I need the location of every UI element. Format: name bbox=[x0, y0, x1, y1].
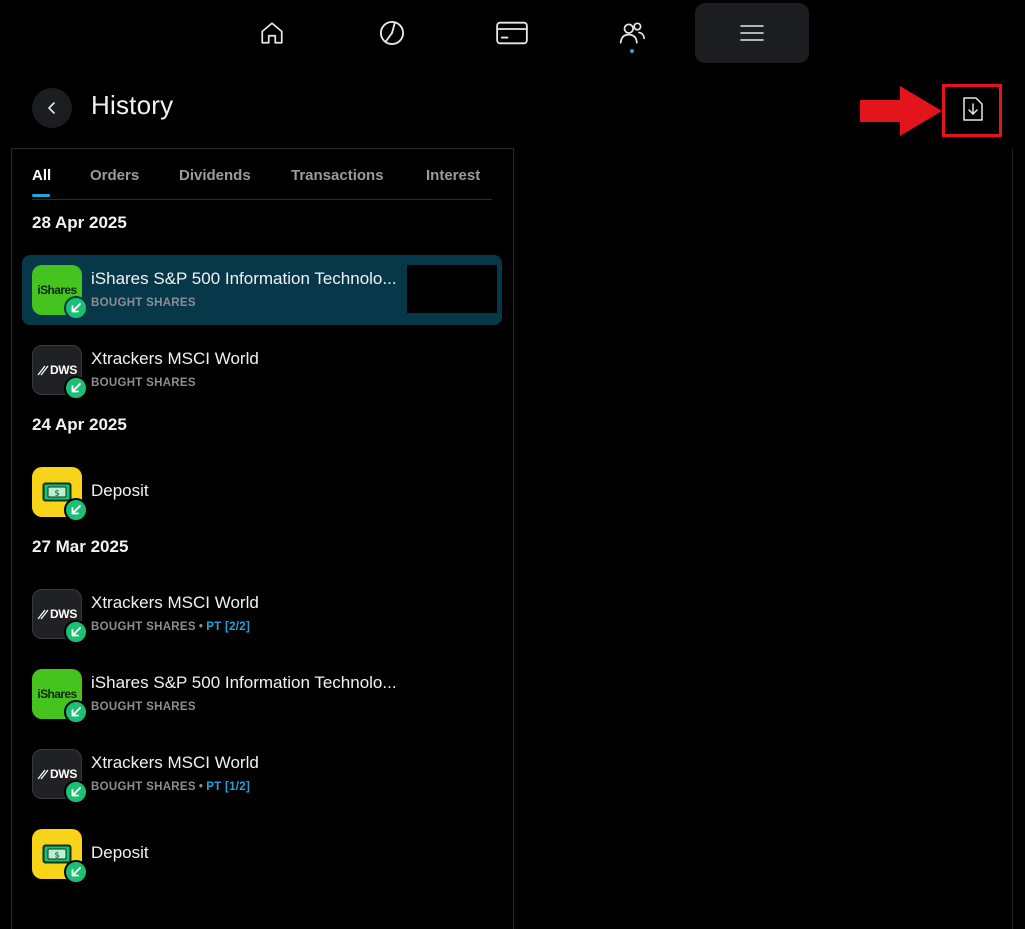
item-type: BOUGHT SHARES bbox=[91, 781, 196, 793]
card-icon bbox=[496, 21, 528, 45]
arrow-down-left-icon bbox=[71, 707, 81, 717]
item-subtitle: BOUGHT SHARES bbox=[91, 297, 196, 309]
notification-dot bbox=[630, 49, 634, 53]
item-subtitle: BOUGHT SHARES bbox=[91, 701, 196, 713]
filter-tabs: All Orders Dividends Transactions Intere… bbox=[32, 149, 492, 200]
arrow-down-left-icon bbox=[71, 303, 81, 313]
arrow-down-left-icon bbox=[71, 627, 81, 637]
history-item[interactable]: iShares iShares S&P 500 Information Techn… bbox=[22, 255, 502, 325]
page-title: History bbox=[91, 90, 174, 120]
redacted-amount bbox=[407, 265, 497, 313]
incoming-badge bbox=[64, 860, 88, 884]
tab-transactions[interactable]: Transactions bbox=[291, 167, 384, 184]
history-item[interactable]: DWS Xtrackers MSCI World BOUGHT SHARES • PT … bbox=[22, 739, 502, 809]
top-navigation bbox=[0, 0, 1025, 70]
partial-tag: PT [2/2] bbox=[206, 621, 251, 633]
item-title: iShares S&P 500 Information Technolo... bbox=[91, 673, 397, 692]
svg-text:$: $ bbox=[54, 851, 59, 860]
item-title: Deposit bbox=[91, 843, 149, 862]
item-subtitle: BOUGHT SHARES bbox=[91, 377, 196, 389]
svg-text:$: $ bbox=[54, 489, 59, 498]
item-type: BOUGHT SHARES bbox=[91, 701, 196, 713]
dws-slash-icon bbox=[37, 769, 49, 780]
item-title: iShares S&P 500 Information Technolo... bbox=[91, 269, 397, 288]
incoming-badge bbox=[64, 620, 88, 644]
people-icon bbox=[619, 22, 646, 44]
history-item[interactable]: $ Deposit bbox=[22, 819, 502, 889]
incoming-badge bbox=[64, 780, 88, 804]
nav-menu-button[interactable] bbox=[695, 3, 809, 63]
active-tab-indicator bbox=[32, 194, 50, 197]
nav-portfolio-button[interactable] bbox=[335, 3, 449, 63]
annotation-arrow bbox=[860, 86, 942, 136]
date-heading: 27 Mar 2025 bbox=[32, 537, 129, 556]
tab-interest[interactable]: Interest bbox=[426, 167, 480, 184]
partial-tag: PT [1/2] bbox=[206, 781, 251, 793]
back-button[interactable] bbox=[32, 88, 72, 128]
home-icon bbox=[261, 22, 283, 44]
ishares-logo-text: iShares bbox=[37, 283, 77, 297]
item-title: Xtrackers MSCI World bbox=[91, 593, 259, 612]
item-title: Deposit bbox=[91, 481, 149, 500]
tab-dividends[interactable]: Dividends bbox=[179, 167, 251, 184]
incoming-badge bbox=[64, 498, 88, 522]
tab-orders[interactable]: Orders bbox=[90, 167, 139, 184]
dws-logo-text: DWS bbox=[49, 767, 78, 781]
incoming-badge bbox=[64, 376, 88, 400]
arrow-down-left-icon bbox=[71, 383, 81, 393]
nav-home-button[interactable] bbox=[215, 3, 329, 63]
item-subtitle: BOUGHT SHARES • PT [1/2] bbox=[91, 781, 250, 793]
nav-community-button[interactable] bbox=[575, 3, 689, 63]
cash-icon: $ bbox=[42, 844, 72, 864]
dws-logo-text: DWS bbox=[49, 607, 78, 621]
dws-slash-icon bbox=[37, 365, 49, 376]
nav-card-button[interactable] bbox=[455, 3, 569, 63]
item-subtitle: BOUGHT SHARES • PT [2/2] bbox=[91, 621, 250, 633]
arrow-down-left-icon bbox=[71, 867, 81, 877]
download-statement-button[interactable] bbox=[958, 93, 988, 125]
history-item[interactable]: $ Deposit bbox=[22, 457, 502, 527]
item-type: BOUGHT SHARES bbox=[91, 621, 196, 633]
history-item[interactable]: DWS Xtrackers MSCI World BOUGHT SHARES bbox=[22, 335, 502, 405]
download-document-icon bbox=[963, 97, 983, 121]
chevron-left-icon bbox=[48, 102, 55, 114]
history-list-panel: All Orders Dividends Transactions Intere… bbox=[11, 148, 514, 929]
incoming-badge bbox=[64, 700, 88, 724]
dws-slash-icon bbox=[37, 609, 49, 620]
separator-dot: • bbox=[198, 621, 204, 633]
item-type: BOUGHT SHARES bbox=[91, 297, 196, 309]
detail-panel bbox=[513, 148, 1013, 929]
dws-logo-text: DWS bbox=[49, 363, 78, 377]
item-type: BOUGHT SHARES bbox=[91, 377, 196, 389]
menu-icon bbox=[740, 25, 764, 41]
ishares-logo-text: iShares bbox=[37, 687, 77, 701]
history-item[interactable]: iShares iShares S&P 500 Information Techn… bbox=[22, 659, 502, 729]
pie-chart-icon bbox=[379, 20, 405, 46]
separator-dot: • bbox=[198, 781, 204, 793]
arrow-down-left-icon bbox=[71, 787, 81, 797]
incoming-badge bbox=[64, 296, 88, 320]
cash-icon: $ bbox=[42, 482, 72, 502]
history-item[interactable]: DWS Xtrackers MSCI World BOUGHT SHARES • PT … bbox=[22, 579, 502, 649]
arrow-down-left-icon bbox=[71, 505, 81, 515]
date-heading: 24 Apr 2025 bbox=[32, 415, 127, 434]
item-title: Xtrackers MSCI World bbox=[91, 753, 259, 772]
date-heading: 28 Apr 2025 bbox=[32, 213, 127, 232]
tab-all[interactable]: All bbox=[32, 167, 51, 184]
item-title: Xtrackers MSCI World bbox=[91, 349, 259, 368]
